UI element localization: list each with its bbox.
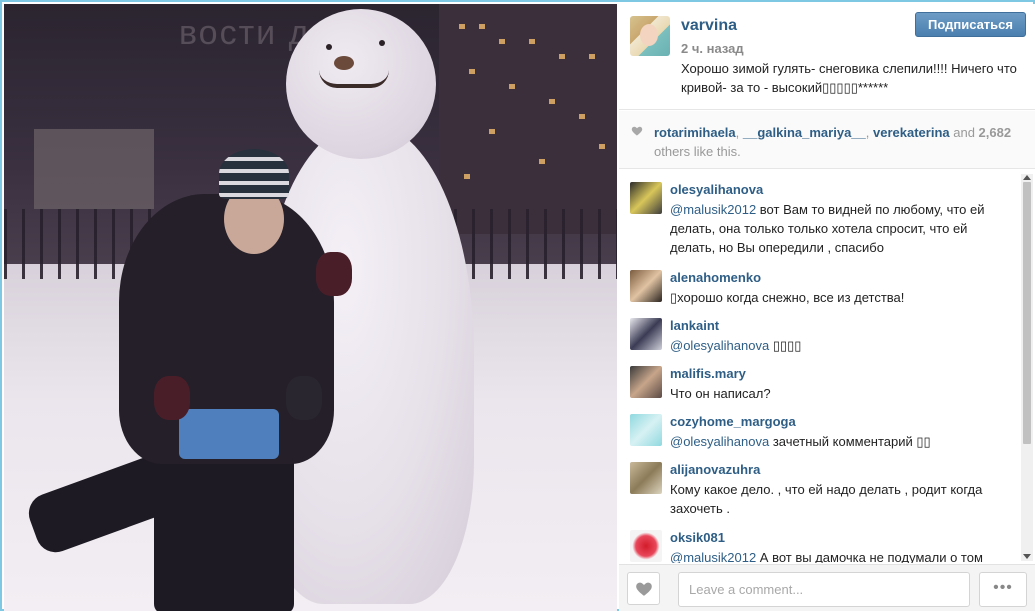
instagram-post-window: вости д varvina 2 ч. назад Хорошо зимой … [0, 0, 1035, 611]
comment-body: ▯▯▯▯ [769, 338, 802, 353]
snowman-nose [334, 56, 354, 70]
comment-text: @malusik2012 А вот вы дамочка не подумал… [670, 548, 1015, 563]
person-sweater [179, 409, 279, 459]
comment-mention[interactable]: @malusik2012 [670, 550, 756, 563]
commenter-username[interactable]: alijanovazuhra [670, 462, 760, 477]
post-caption: Хорошо зимой гулять- снеговика слепили!!… [681, 61, 1017, 95]
photo-wall [34, 129, 154, 209]
comment-mention[interactable]: @olesyalihanova [670, 434, 769, 449]
comment-text: @malusik2012 вот Вам то видней по любому… [670, 200, 1015, 257]
likes-separator: , [865, 125, 873, 140]
author-username[interactable]: varvina [681, 17, 737, 35]
scroll-down-arrow-icon[interactable] [1023, 554, 1031, 559]
comment-text: Кому какое дело. , что ей надо делать , … [670, 480, 1015, 518]
scrollbar-thumb[interactable] [1023, 182, 1031, 444]
commenter-username[interactable]: malifis.mary [670, 366, 746, 381]
comment-mention[interactable]: @olesyalihanova [670, 338, 769, 353]
post-sidebar: varvina 2 ч. назад Хорошо зимой гулять- … [619, 4, 1035, 611]
photo-watermark: вости д [179, 14, 311, 52]
person-hat [219, 149, 289, 199]
snowman-eye [326, 44, 332, 50]
snowman-mouth [319, 70, 389, 88]
comment-text: Что он написал? [670, 384, 1015, 403]
snowman-eye [379, 40, 385, 46]
scroll-up-arrow-icon[interactable] [1023, 175, 1031, 180]
comment-text: ▯хорошо когда снежно, все из детства! [670, 288, 1015, 307]
commenter-username[interactable]: cozyhome_margoga [670, 414, 796, 429]
comment-body: ▯хорошо когда снежно, все из детства! [670, 290, 905, 305]
more-options-button[interactable]: ••• [979, 572, 1027, 607]
comment-footer: ••• [619, 564, 1035, 611]
comment-input[interactable] [678, 572, 970, 607]
person-glove [154, 376, 190, 420]
commenter-avatar[interactable] [630, 318, 662, 350]
commenter-username[interactable]: lankaint [670, 318, 719, 333]
comment-body: зачетный комментарий ▯▯ [769, 434, 931, 449]
likes-section: rotarimihaela, __galkina_mariya__, verek… [619, 111, 1035, 169]
likes-separator: , [735, 125, 743, 140]
commenter-avatar[interactable] [630, 182, 662, 214]
commenter-username[interactable]: olesyalihanova [670, 182, 763, 197]
commenter-avatar[interactable] [630, 414, 662, 446]
comments-list[interactable]: olesyalihanova @malusik2012 вот Вам то в… [619, 170, 1035, 563]
comment-mention[interactable]: @malusik2012 [670, 202, 756, 217]
author-avatar[interactable] [630, 16, 670, 56]
commenter-username[interactable]: oksik081 [670, 530, 725, 545]
follow-button[interactable]: Подписаться [915, 12, 1026, 37]
commenter-avatar[interactable] [630, 530, 662, 562]
likes-count[interactable]: 2,682 [979, 125, 1012, 140]
heart-icon [636, 582, 652, 596]
comment-text: @olesyalihanova зачетный комментарий ▯▯ [670, 432, 1015, 451]
commenter-avatar[interactable] [630, 366, 662, 398]
comment-body: А вот вы дамочка не подумали о том [756, 550, 983, 563]
commenter-username[interactable]: alenahomenko [670, 270, 761, 285]
heart-icon [631, 126, 643, 136]
commenter-avatar[interactable] [630, 462, 662, 494]
liker-link[interactable]: __galkina_mariya__ [743, 125, 866, 140]
liker-link[interactable]: verekaterina [873, 125, 950, 140]
like-button[interactable] [627, 572, 660, 605]
liker-link[interactable]: rotarimihaela [654, 125, 736, 140]
photo-building [439, 4, 617, 234]
post-time: 2 ч. назад [681, 41, 744, 56]
comment-body: Что он написал? [670, 386, 771, 401]
comment-body: Кому какое дело. , что ей надо делать , … [670, 482, 983, 516]
likes-and: and [949, 125, 979, 140]
post-header: varvina 2 ч. назад Хорошо зимой гулять- … [619, 4, 1035, 110]
likes-text: rotarimihaela, __galkina_mariya__, verek… [654, 123, 1019, 161]
person-mitten [286, 376, 322, 420]
post-photo[interactable]: вости д [4, 4, 617, 611]
person-glove [316, 252, 352, 296]
likes-tail: others like this. [654, 144, 741, 159]
comments-scrollbar[interactable] [1021, 174, 1033, 561]
comment-text: @olesyalihanova ▯▯▯▯ [670, 336, 1015, 355]
commenter-avatar[interactable] [630, 270, 662, 302]
